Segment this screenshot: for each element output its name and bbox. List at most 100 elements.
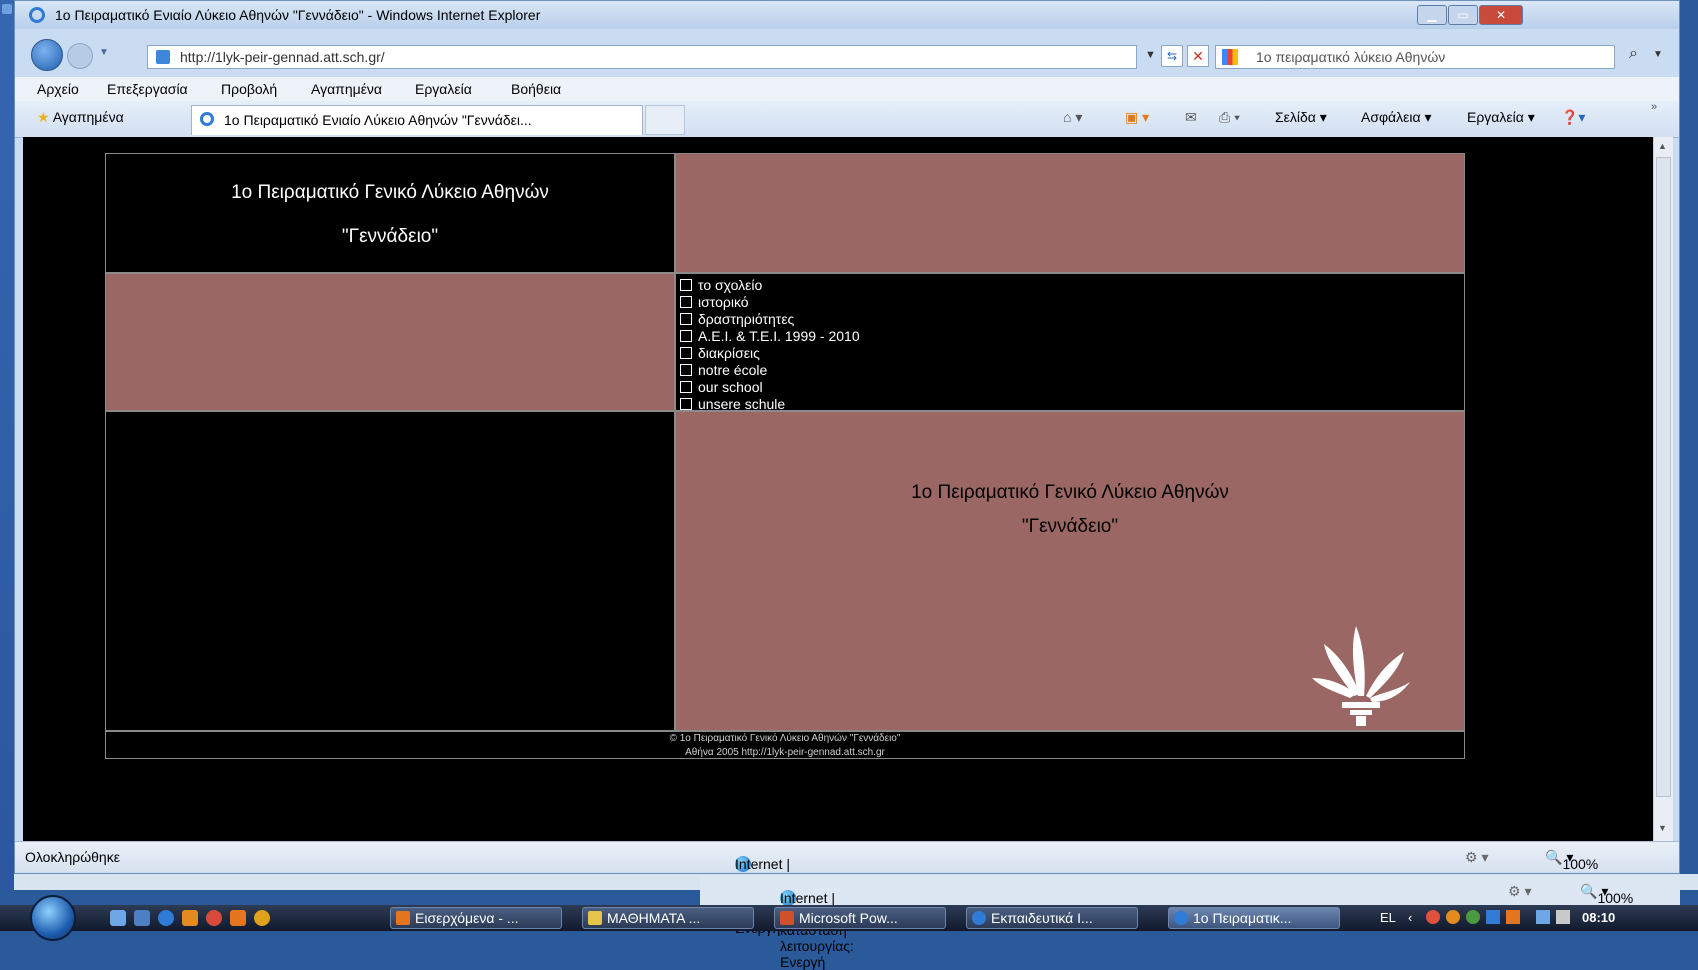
help-icon[interactable]: ❓▾ — [1561, 109, 1585, 126]
address-dropdown-icon[interactable]: ▼ — [1145, 49, 1156, 61]
nav-item-activities[interactable]: δραστηριότητες — [680, 311, 860, 328]
menu-tools[interactable]: Εργαλεία — [415, 81, 472, 97]
tab-row: ★ Αγαπημένα 1ο Πειραματικό Ενιαίο Λύκειο… — [15, 101, 1679, 138]
footer-cell: © 1ο Πειραματικό Γενικό Λύκειο Αθηνών "Γ… — [105, 731, 1465, 759]
site-nav-list: το σχολείο ιστορικό δραστηριότητες A.E.I… — [680, 277, 860, 413]
outlook-quicklaunch-icon[interactable] — [182, 910, 198, 926]
media-quicklaunch-icon[interactable] — [206, 910, 222, 926]
tools-menu[interactable]: Εργαλεία ▾ — [1467, 109, 1535, 126]
tray-display-icon[interactable] — [1536, 910, 1550, 924]
close-button[interactable]: ✕ — [1479, 5, 1523, 25]
nav-item-english[interactable]: our school — [680, 379, 860, 396]
search-options-chevron-icon[interactable]: ▼ — [1653, 49, 1663, 60]
forward-button[interactable] — [67, 43, 93, 69]
refresh-icon[interactable]: ⇆ — [1161, 45, 1183, 67]
scroll-up-icon[interactable]: ▲ — [1658, 141, 1667, 151]
menu-help[interactable]: Βοήθεια — [511, 81, 561, 97]
favorites-button[interactable]: ★ Αγαπημένα — [37, 109, 124, 126]
language-indicator[interactable]: EL — [1380, 910, 1396, 925]
nav-item-universities[interactable]: A.E.I. & T.E.I. 1999 - 2010 — [680, 328, 860, 345]
nav-box-icon — [680, 381, 692, 393]
site-layout-table: 1ο Πειραματικό Γενικό Λύκειο Αθηνών "Γεν… — [105, 153, 1465, 759]
scroll-down-icon[interactable]: ▼ — [1658, 823, 1667, 833]
tray-update-icon[interactable] — [1446, 910, 1460, 924]
nav-box-icon — [680, 279, 692, 291]
main-content-cell: 1ο Πειραματικό Γενικό Λύκειο Αθηνών "Γεν… — [675, 411, 1465, 731]
browser-tab[interactable]: 1ο Πειραματικό Ενιαίο Λύκειο Αθηνών "Γεν… — [191, 105, 643, 135]
header-rose-cell — [675, 153, 1465, 273]
ie-icon — [1174, 911, 1188, 925]
switch-windows-icon[interactable] — [134, 910, 150, 926]
header-title-cell: 1ο Πειραματικό Γενικό Λύκειο Αθηνών "Γεν… — [105, 153, 675, 273]
scroll-thumb[interactable] — [1656, 157, 1671, 797]
taskbar-educational[interactable]: Εκπαιδευτικά Ι... — [966, 907, 1138, 929]
tray-network-icon[interactable] — [1486, 910, 1500, 924]
tab-label: 1ο Πειραματικό Ενιαίο Λύκειο Αθηνών "Γεν… — [224, 112, 532, 128]
title-bar: 1ο Πειραματικό Ενιαίο Λύκειο Αθηνών "Γεν… — [15, 1, 1679, 29]
powerpoint-icon — [780, 911, 794, 925]
background-status-bar: Internet | Προστατευμένη κατάσταση λειτο… — [700, 876, 1680, 970]
chevron-right-icon[interactable]: » — [1651, 101, 1657, 113]
search-field[interactable]: 1ο πειραματικό λύκειο Αθηνών — [1215, 45, 1615, 69]
zoom-control[interactable]: 🔍 100% ▾ — [1545, 849, 1598, 872]
clock[interactable]: 08:10 — [1582, 910, 1615, 925]
ie-quicklaunch-icon[interactable] — [158, 910, 174, 926]
taskbar-label: Microsoft Pow... — [799, 910, 898, 926]
new-tab-button[interactable] — [645, 105, 685, 135]
tray-app-icon[interactable] — [1426, 910, 1440, 924]
tray-expand-icon[interactable]: ‹ — [1408, 910, 1412, 925]
nav-item-school[interactable]: το σχολείο — [680, 277, 860, 294]
taskbar-inbox[interactable]: Εισερχόμενα - ... — [390, 907, 562, 929]
tray-office-icon[interactable] — [1506, 910, 1520, 924]
vertical-scrollbar[interactable]: ▲ ▼ — [1653, 137, 1673, 841]
maximize-button[interactable]: ▭ — [1448, 5, 1478, 25]
nav-item-awards[interactable]: διακρίσεις — [680, 345, 860, 362]
page-icon — [156, 50, 170, 64]
taskbar-powerpoint[interactable]: Microsoft Pow... — [774, 907, 946, 929]
outlook-icon — [396, 911, 410, 925]
volume-icon[interactable] — [1556, 910, 1570, 924]
nav-label: διακρίσεις — [698, 345, 760, 361]
protected-mode-icon[interactable]: ⚙ ▾ — [1465, 849, 1488, 866]
home-icon[interactable]: ⌂ ▾ — [1063, 109, 1082, 126]
page-viewport: 1ο Πειραματικό Γενικό Λύκειο Αθηνών "Γεν… — [23, 137, 1653, 841]
mail-icon[interactable]: ✉ — [1185, 109, 1197, 126]
show-desktop-icon[interactable] — [110, 910, 126, 926]
zoom-level: 100% — [1562, 856, 1599, 872]
star-icon: ★ — [37, 109, 50, 125]
taskbar-label: ΜΑΘΗΜΑΤΑ ... — [607, 910, 701, 926]
minimize-button[interactable]: ▁ — [1417, 5, 1447, 25]
nav-box-icon — [680, 313, 692, 325]
nav-box-icon — [680, 347, 692, 359]
messenger-quicklaunch-icon[interactable] — [254, 910, 270, 926]
system-tray: EL ‹ 08:10 — [1372, 905, 1698, 931]
address-field[interactable]: http://1lyk-peir-gennad.att.sch.gr/ — [147, 45, 1137, 69]
taskbar-current-site[interactable]: 1ο Πειραματικ... — [1168, 907, 1340, 929]
menu-view[interactable]: Προβολή — [221, 81, 277, 97]
strip-square-icon — [2, 4, 12, 14]
search-icon[interactable]: ⌕ — [1629, 45, 1638, 63]
nav-label: ιστορικό — [698, 294, 749, 310]
print-icon[interactable]: ⎙ ▾ — [1219, 109, 1240, 126]
stop-icon[interactable]: ✕ — [1187, 45, 1209, 67]
tab-ie-icon — [200, 112, 214, 126]
feeds-icon[interactable]: ▣ ▾ — [1125, 109, 1149, 126]
nav-item-french[interactable]: notre école — [680, 362, 860, 379]
menu-edit[interactable]: Επεξεργασία — [107, 81, 188, 97]
nav-item-history[interactable]: ιστορικό — [680, 294, 860, 311]
safety-menu[interactable]: Ασφάλεια ▾ — [1361, 109, 1432, 126]
windows-taskbar: Εισερχόμενα - ... ΜΑΘΗΜΑΤΑ ... Microsoft… — [0, 895, 1698, 941]
back-button[interactable] — [31, 39, 63, 71]
office-quicklaunch-icon[interactable] — [230, 910, 246, 926]
site-subtitle: "Γεννάδειο" — [341, 226, 439, 247]
tray-security-icon[interactable] — [1466, 910, 1480, 924]
recent-pages-chevron-icon[interactable]: ▼ — [99, 47, 109, 58]
menu-file[interactable]: Αρχείο — [37, 81, 79, 97]
taskbar-lessons[interactable]: ΜΑΘΗΜΑΤΑ ... — [582, 907, 754, 929]
menu-favorites[interactable]: Αγαπημένα — [311, 81, 382, 97]
nav-box-icon — [680, 296, 692, 308]
menu-bar: Αρχείο Επεξεργασία Προβολή Αγαπημένα Εργ… — [15, 77, 1679, 101]
page-menu[interactable]: Σελίδα ▾ — [1275, 109, 1327, 126]
nav-label: our school — [698, 379, 763, 395]
start-button[interactable] — [30, 895, 76, 941]
